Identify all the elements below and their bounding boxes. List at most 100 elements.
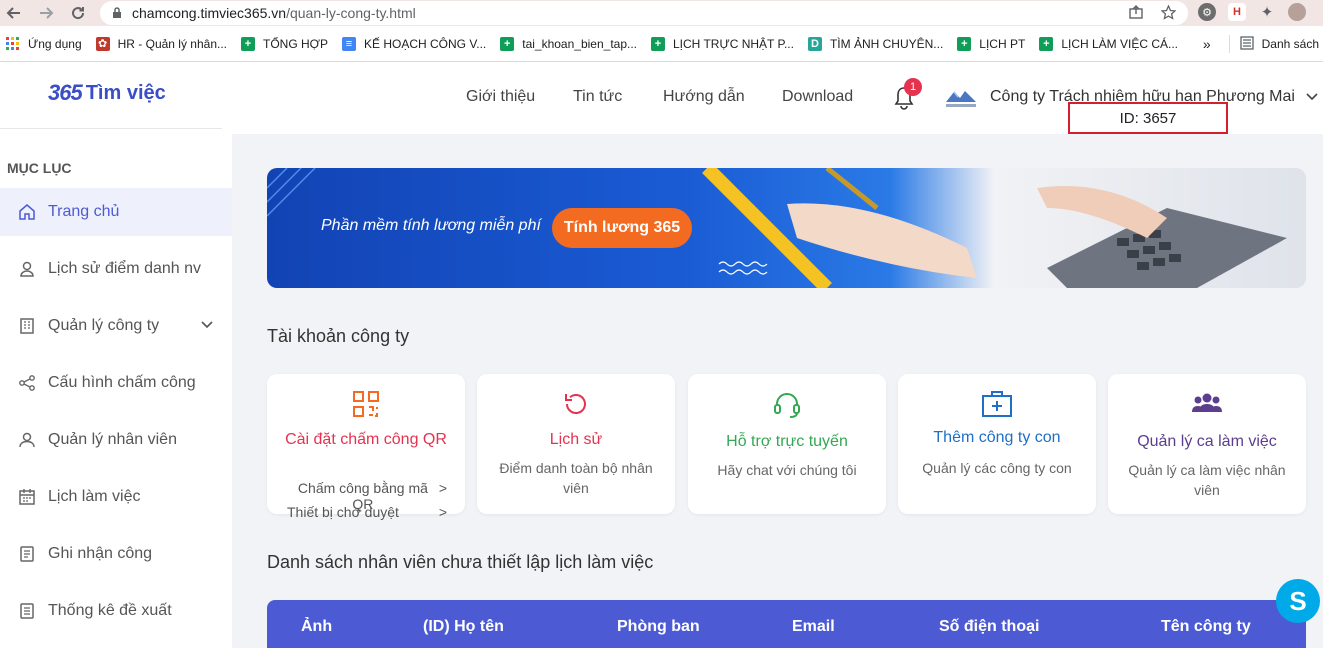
sidebar-item-label: Quản lý công ty — [48, 317, 160, 334]
share-icon — [18, 374, 36, 392]
sidebar: 365 Tìm việc MỤC LỤC Trang chủ Lịch sử đ… — [0, 62, 232, 648]
sidebar-item-proposal-stats[interactable]: Thống kê đề xuất — [0, 587, 232, 635]
nav-link-download[interactable]: Download — [782, 88, 853, 106]
bookmark-item[interactable]: + LỊCH TRỰC NHẬT P... — [651, 36, 794, 51]
chevron-down-icon[interactable] — [200, 318, 214, 337]
column-header: Tên công ty — [1161, 618, 1251, 635]
bookmark-label: HR - Quản lý nhân... — [117, 36, 228, 51]
reload-icon[interactable] — [64, 0, 92, 26]
qr-code-icon — [267, 390, 465, 420]
bookmark-label: Ứng dụng — [28, 36, 82, 51]
profile-avatar-icon[interactable] — [1288, 3, 1306, 21]
bookmark-item[interactable]: Ứng dụng — [6, 36, 82, 51]
history-icon — [477, 390, 675, 420]
company-id: ID: 3657 — [1068, 102, 1228, 134]
card-title: Quản lý ca làm việc — [1137, 433, 1277, 450]
card-shift-management[interactable]: Quản lý ca làm việc Quản lý ca làm việc … — [1108, 374, 1306, 514]
promo-banner[interactable]: Phần mềm tính lương miễn phí Tính lương … — [267, 168, 1306, 288]
forward-icon[interactable] — [32, 0, 60, 26]
pending-devices-link[interactable]: Thiết bị chờ duyệt > — [287, 504, 447, 520]
bookmark-item[interactable]: + LỊCH LÀM VIỆC CÁ... — [1039, 36, 1179, 51]
sidebar-item-label: Ghi nhận công — [48, 545, 153, 562]
user-icon — [18, 431, 36, 449]
group-icon — [1108, 390, 1306, 420]
bookmarks-more-button[interactable]: » — [1203, 36, 1211, 52]
column-header: (ID) Họ tên — [423, 618, 504, 635]
column-header: Ảnh — [301, 618, 333, 635]
skype-chat-icon[interactable]: S — [1276, 579, 1320, 623]
extension-red-icon[interactable]: H — [1228, 3, 1246, 21]
logo-number: 365 — [48, 80, 83, 105]
back-icon[interactable] — [0, 0, 28, 26]
sidebar-item-work-record[interactable]: Ghi nhận công — [0, 530, 232, 578]
sheets-icon: + — [957, 36, 972, 51]
sidebar-item-employees[interactable]: Quản lý nhân viên — [0, 416, 232, 464]
card-qr-attendance[interactable]: Cài đặt chấm công QR Chấm công bằng mã Q… — [267, 374, 465, 520]
reading-list-button[interactable]: Danh sách — [1262, 37, 1319, 51]
banner-text: Phần mềm tính lương miễn phí — [321, 217, 541, 234]
card-subtitle: Quản lý các công ty con — [922, 460, 1072, 476]
bookmark-label: KẾ HOẠCH CÔNG V... — [363, 36, 487, 51]
card-add-subsidiary[interactable]: Thêm công ty con Quản lý các công ty con — [898, 374, 1096, 514]
bookmark-item[interactable]: ✿ HR - Quản lý nhân... — [95, 36, 228, 51]
sidebar-item-label: Cấu hình chấm công — [48, 374, 196, 391]
card-subtitle: Quản lý ca làm việc nhân viên — [1128, 462, 1286, 498]
bookmark-label: LỊCH LÀM VIỆC CÁ... — [1061, 36, 1179, 51]
reading-list-icon — [1239, 35, 1254, 53]
nav-link-news[interactable]: Tin tức — [573, 88, 622, 106]
bookmark-item[interactable]: ≡ KẾ HOẠCH CÔNG V... — [341, 36, 487, 51]
hr-logo-icon: ✿ — [95, 36, 110, 51]
sidebar-item-schedule[interactable]: Lịch làm việc — [0, 473, 232, 521]
sheets-icon: + — [1039, 36, 1054, 51]
notification-badge: 1 — [904, 78, 922, 96]
nav-link-intro[interactable]: Giới thiệu — [466, 88, 535, 106]
sidebar-item-home[interactable]: Trang chủ — [0, 188, 232, 236]
nav-link-guide[interactable]: Hướng dẫn — [663, 88, 745, 106]
bookmark-item[interactable]: D TÌM ẢNH CHUYÊN... — [807, 36, 944, 51]
share-icon[interactable] — [1129, 5, 1143, 23]
sidebar-item-attendance-config[interactable]: Cấu hình chấm công — [0, 359, 232, 407]
sidebar-item-label: Lịch sử điểm danh nv — [48, 260, 202, 277]
url-path: /quan-ly-cong-ty.html — [286, 5, 416, 21]
column-header: Email — [792, 618, 835, 635]
logo[interactable]: 365 Tìm việc — [48, 80, 166, 106]
sidebar-item-label: Quản lý nhân viên — [48, 431, 177, 448]
headset-icon — [688, 390, 886, 420]
address-bar[interactable]: chamcong.timviec365.vn/quan-ly-cong-ty.h… — [100, 1, 1188, 25]
bookmark-label: LỊCH TRỰC NHẬT P... — [673, 36, 794, 51]
column-header: Phòng ban — [617, 618, 700, 635]
card-online-support[interactable]: Hỗ trợ trực tuyến Hãy chat với chúng tôi — [688, 374, 886, 514]
bookmark-item[interactable]: + LỊCH PT — [957, 36, 1026, 51]
sidebar-item-label: Trang chủ — [48, 203, 120, 220]
payroll-button[interactable]: Tính lương 365 — [552, 208, 692, 248]
sidebar-item-company[interactable]: Quản lý công ty — [0, 302, 232, 350]
bookmark-item[interactable]: + TỔNG HỢP — [241, 36, 328, 51]
add-company-icon — [898, 390, 1096, 420]
divider — [0, 128, 222, 129]
card-subtitle: Điểm danh toàn bộ nhân viên — [499, 460, 653, 496]
apps-grid-icon — [6, 36, 20, 51]
card-title: Hỗ trợ trực tuyến — [726, 433, 848, 450]
sidebar-item-label: Lịch làm việc — [48, 488, 141, 505]
extension-gear-icon[interactable]: ⚙ — [1198, 3, 1216, 21]
card-title: Lịch sử — [549, 431, 603, 448]
user-history-icon — [18, 260, 36, 278]
chevron-right-icon: > — [438, 504, 447, 520]
vertical-divider — [1228, 35, 1230, 53]
d-icon: D — [807, 36, 822, 51]
sheets-icon: + — [500, 36, 515, 51]
puzzle-icon[interactable]: ✦ — [1258, 3, 1276, 21]
bookmark-star-icon[interactable] — [1160, 4, 1177, 23]
logo-text: Tìm việc — [85, 81, 166, 104]
bookmark-label: TỔNG HỢP — [263, 36, 328, 51]
bookmark-label: TÌM ẢNH CHUYÊN... — [829, 36, 944, 51]
bookmark-label: tai_khoan_bien_tap... — [522, 36, 637, 51]
chevron-down-icon[interactable] — [1305, 90, 1319, 109]
bookmark-item[interactable]: + tai_khoan_bien_tap... — [500, 36, 637, 51]
card-row-label: Thiết bị chờ duyệt — [287, 504, 399, 520]
url-host: chamcong.timviec365.vn — [132, 5, 287, 21]
bookmark-label: LỊCH PT — [979, 36, 1026, 51]
calendar-icon — [18, 488, 36, 506]
sidebar-item-attendance-history[interactable]: Lịch sử điểm danh nv — [0, 245, 232, 293]
card-history[interactable]: Lịch sử Điểm danh toàn bộ nhân viên — [477, 374, 675, 514]
